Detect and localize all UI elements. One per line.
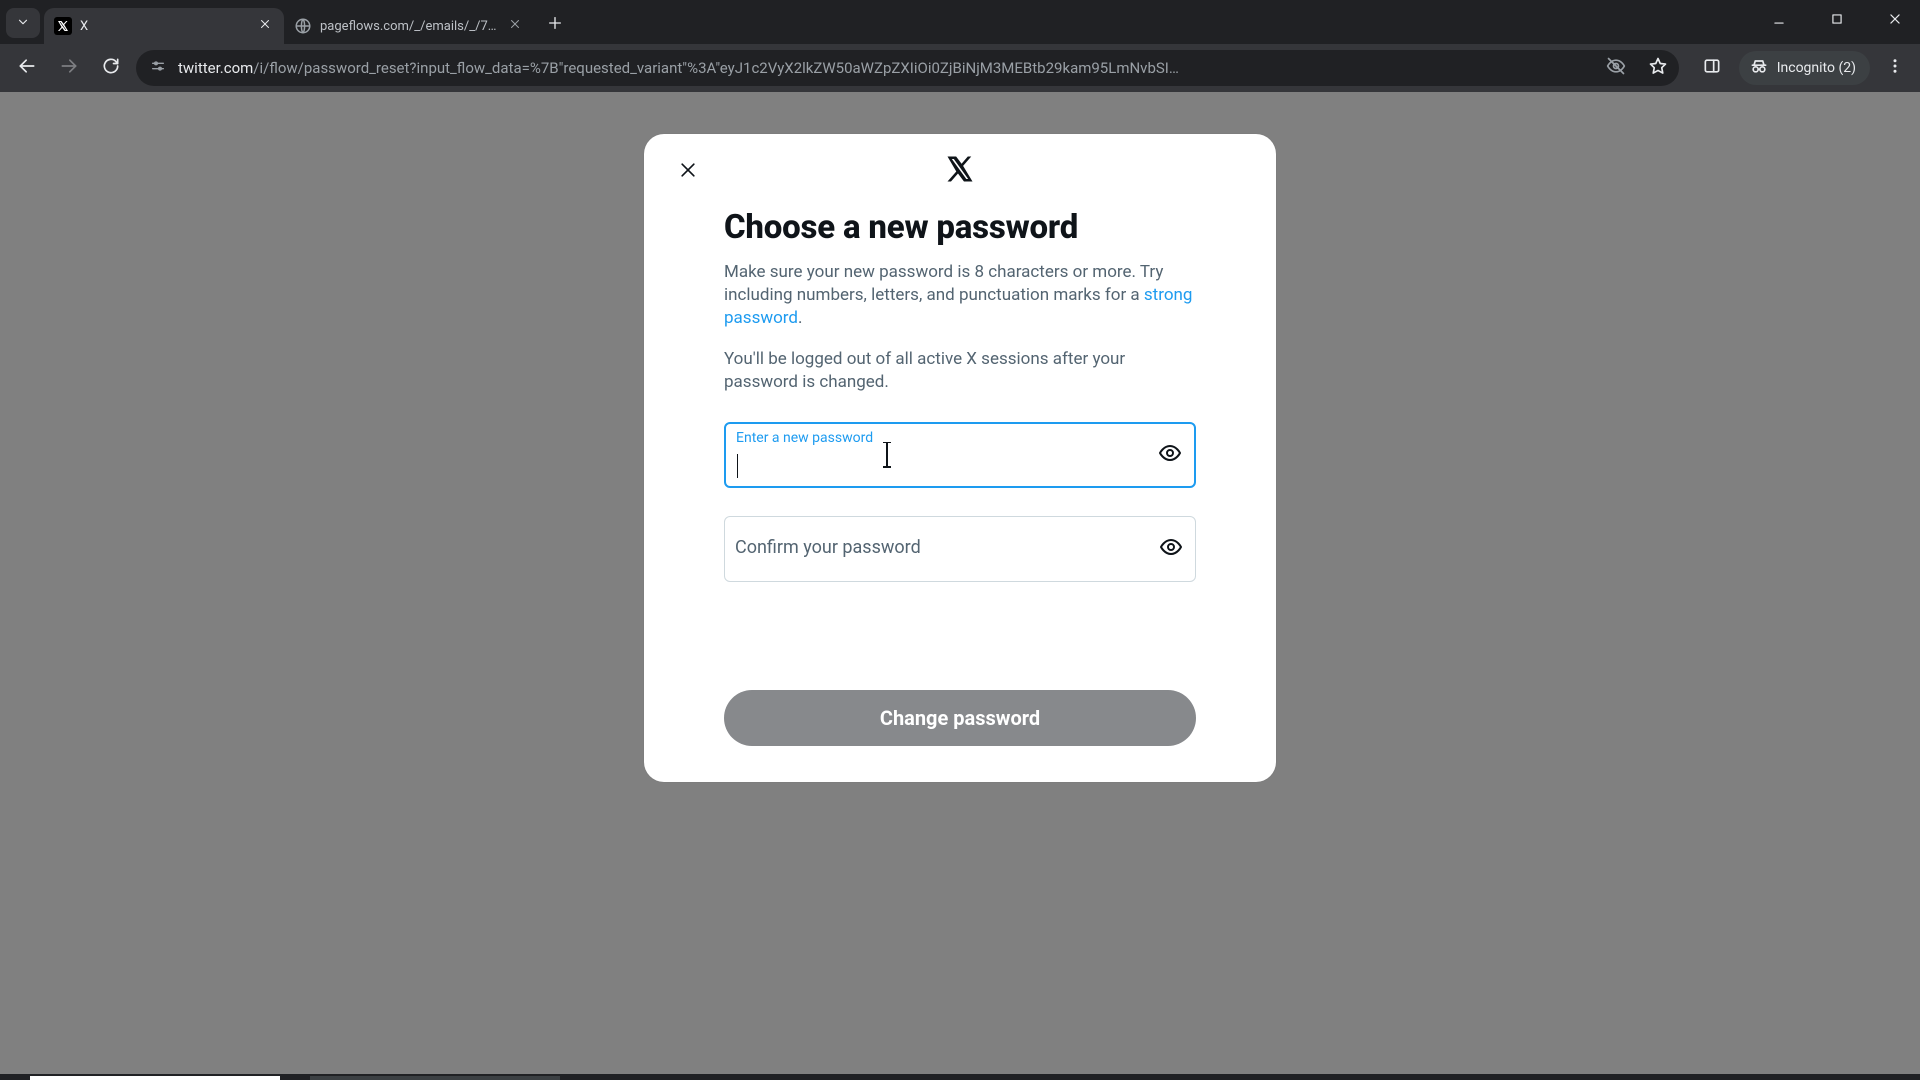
maximize-icon <box>1830 11 1844 30</box>
tab-x[interactable]: X <box>44 8 284 44</box>
tune-icon <box>150 58 166 78</box>
reload-icon <box>101 56 121 80</box>
modal-header <box>676 148 1244 194</box>
nav-reload-button[interactable] <box>94 51 128 85</box>
incognito-icon <box>1749 56 1769 80</box>
side-panel-button[interactable] <box>1695 51 1729 85</box>
panel-icon <box>1702 56 1722 80</box>
tab-title: X <box>80 19 248 34</box>
x-logo-icon <box>945 154 975 188</box>
eye-icon <box>1159 535 1183 563</box>
url-path: /i/flow/password_reset?input_flow_data=%… <box>253 59 1179 77</box>
change-password-button[interactable]: Change password <box>724 690 1196 746</box>
eye-icon <box>1158 441 1182 469</box>
modal-close-button[interactable] <box>670 154 706 190</box>
incognito-label: Incognito (2) <box>1777 60 1856 76</box>
desc-text-prefix: Make sure your new password is 8 charact… <box>724 262 1163 305</box>
incognito-indicator[interactable]: Incognito (2) <box>1739 51 1870 85</box>
window-minimize-button[interactable] <box>1762 6 1796 34</box>
eye-off-icon <box>1606 56 1626 80</box>
address-bar[interactable]: twitter.com/i/flow/password_reset?input_… <box>136 50 1679 86</box>
globe-favicon-icon <box>294 17 312 35</box>
new-password-label: Enter a new password <box>736 430 873 446</box>
close-icon <box>259 18 271 34</box>
eye-off-button[interactable] <box>1601 53 1631 83</box>
download-shelf-hint <box>0 1074 1920 1080</box>
window-maximize-button[interactable] <box>1820 6 1854 34</box>
plus-icon <box>547 15 563 35</box>
toolbar-right: Incognito (2) <box>1695 51 1910 85</box>
url-text: twitter.com/i/flow/password_reset?input_… <box>178 59 1589 77</box>
url-host: twitter.com <box>178 59 253 77</box>
modal-description-2: You'll be logged out of all active X ses… <box>724 348 1196 394</box>
reveal-password-button[interactable] <box>1156 441 1184 469</box>
browser-chrome: X pageflows.com/_/emails/_/7fb5 <box>0 0 1920 92</box>
reveal-password-button[interactable] <box>1157 535 1185 563</box>
new-password-field[interactable]: Enter a new password <box>724 422 1196 488</box>
bookmark-button[interactable] <box>1643 53 1673 83</box>
new-password-input[interactable] <box>736 450 1144 480</box>
star-icon <box>1648 56 1668 80</box>
chevron-down-icon <box>16 14 30 33</box>
modal-heading: Choose a new password <box>724 208 1196 247</box>
tab-strip: X pageflows.com/_/emails/_/7fb5 <box>0 0 1920 44</box>
mouse-text-cursor-icon <box>886 442 888 468</box>
nav-forward-button[interactable] <box>52 51 86 85</box>
password-reset-modal: Choose a new password Make sure your new… <box>644 134 1276 782</box>
confirm-password-field[interactable]: Confirm your password <box>724 516 1196 582</box>
spacer <box>724 610 1196 690</box>
submit-label: Change password <box>880 706 1040 730</box>
close-icon <box>509 18 521 34</box>
desc-text-suffix: . <box>798 308 802 328</box>
page-content: Choose a new password Make sure your new… <box>0 92 1920 1080</box>
tab-close-button[interactable] <box>506 17 524 35</box>
x-favicon-icon <box>54 17 72 35</box>
close-icon <box>1888 11 1902 30</box>
tab-pageflows[interactable]: pageflows.com/_/emails/_/7fb5 <box>284 8 534 44</box>
modal-body: Choose a new password Make sure your new… <box>676 194 1244 690</box>
minimize-icon <box>1772 11 1786 30</box>
text-caret <box>737 454 738 478</box>
arrow-left-icon <box>17 56 37 80</box>
tab-title: pageflows.com/_/emails/_/7fb5 <box>320 19 498 34</box>
close-icon <box>678 160 698 184</box>
site-settings-button[interactable] <box>150 58 166 78</box>
kebab-icon <box>1886 57 1904 79</box>
tab-close-button[interactable] <box>256 17 274 35</box>
browser-toolbar: twitter.com/i/flow/password_reset?input_… <box>0 44 1920 92</box>
window-close-button[interactable] <box>1878 6 1912 34</box>
window-controls <box>1762 6 1912 34</box>
nav-back-button[interactable] <box>10 51 44 85</box>
browser-menu-button[interactable] <box>1880 53 1910 83</box>
arrow-right-icon <box>59 56 79 80</box>
modal-description-1: Make sure your new password is 8 charact… <box>724 261 1196 330</box>
new-tab-button[interactable] <box>540 10 570 40</box>
tabs-dropdown-button[interactable] <box>6 8 40 38</box>
confirm-password-input[interactable] <box>735 517 1145 581</box>
